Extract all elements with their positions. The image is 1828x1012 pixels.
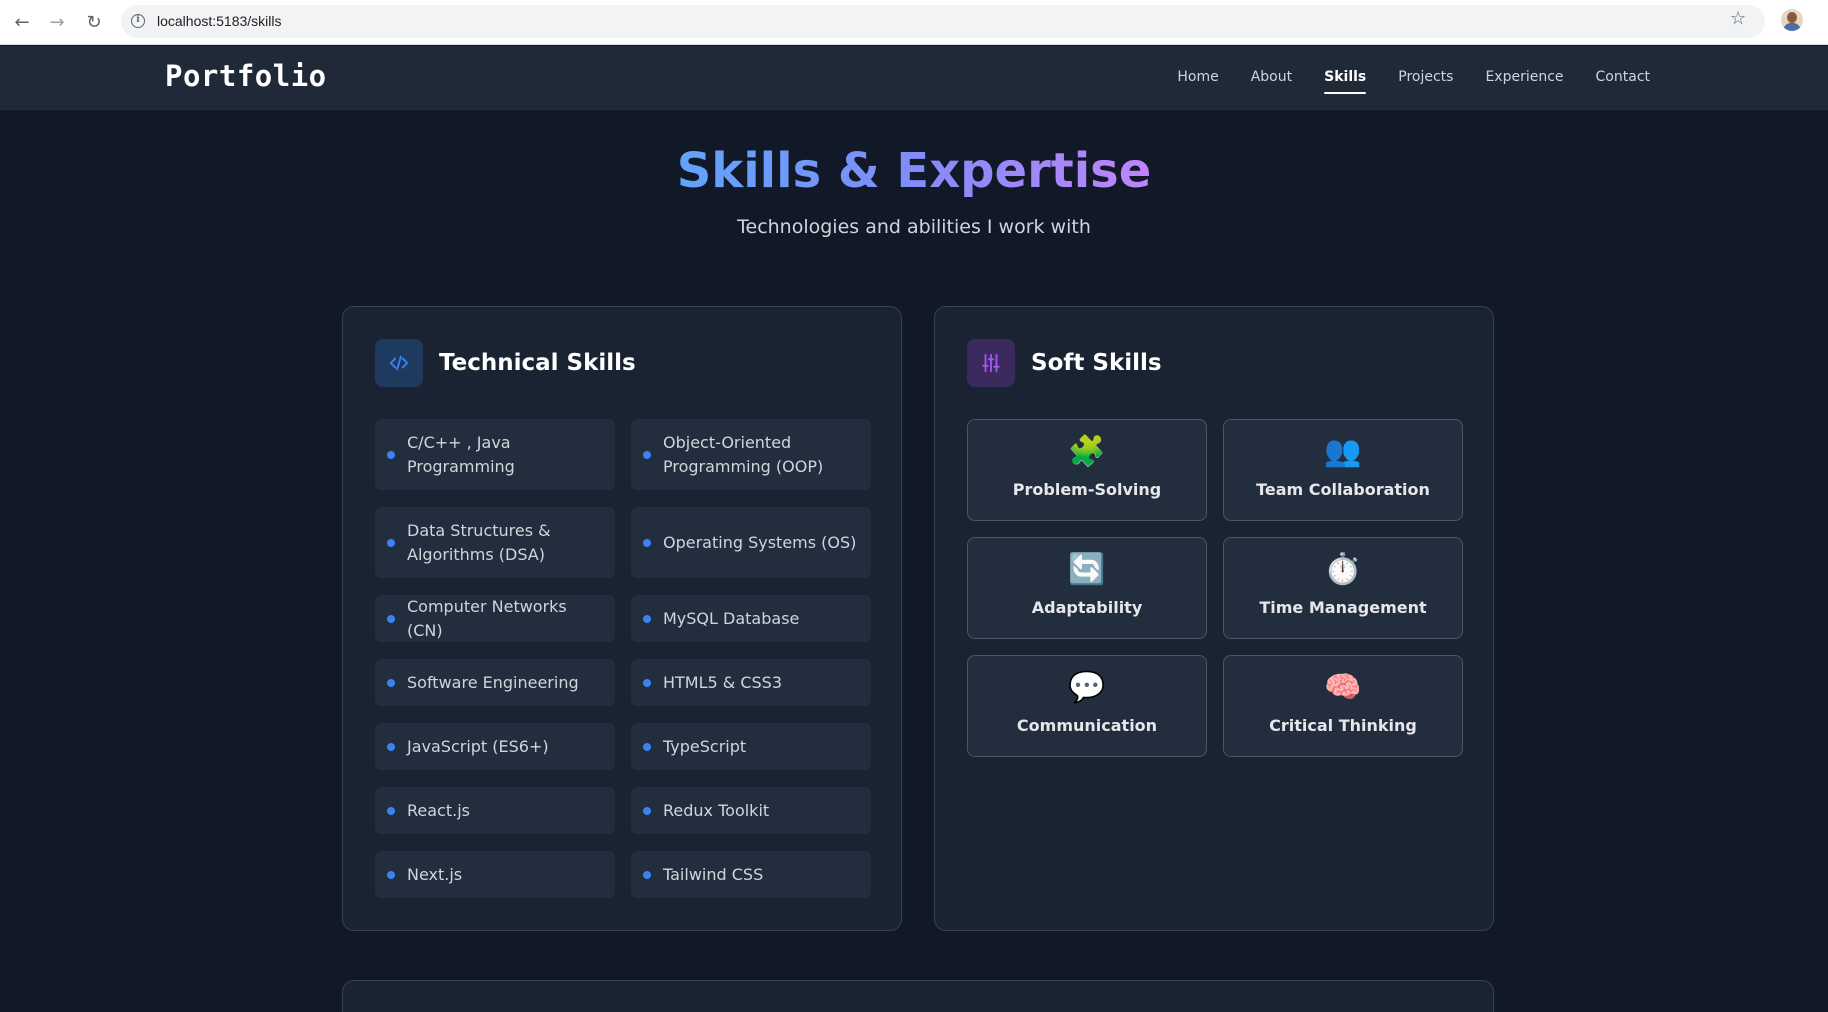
main-nav: Home About Skills Projects Experience Co… [1161,46,1666,110]
nav-contact[interactable]: Contact [1580,46,1666,110]
browser-toolbar: ← → ↻ i localhost:5183/skills ☆ ⋮ [0,0,1828,45]
soft-skill-tile: 🧩 Problem-Solving [967,419,1207,521]
profile-avatar[interactable] [1781,9,1803,31]
soft-skill-label: Critical Thinking [1269,716,1417,735]
technical-skills-card: Technical Skills C/C++ , Java Programmin… [342,306,902,931]
nav-about[interactable]: About [1235,46,1308,110]
bullet-dot [387,870,395,879]
reload-icon[interactable]: ↻ [82,10,106,34]
technical-skills-header: Technical Skills [375,339,636,387]
bullet-dot [643,450,651,459]
forward-arrow-icon[interactable]: → [45,10,69,34]
nav-home[interactable]: Home [1161,46,1234,110]
stopwatch-icon: ⏱️ [1324,552,1362,587]
soft-skill-tile: 💬 Communication [967,655,1207,757]
bullet-dot [387,538,395,547]
soft-skill-tile: 👥 Team Collaboration [1223,419,1463,521]
soft-skill-tile: ⏱️ Time Management [1223,537,1463,639]
speech-bubble-icon: 💬 [1068,670,1106,705]
code-icon [375,339,423,387]
soft-skills-header: Soft Skills [967,339,1162,387]
puzzle-icon: 🧩 [1068,434,1106,469]
skill-item: MySQL Database [631,595,871,642]
soft-skills-title: Soft Skills [1031,350,1162,376]
soft-skill-label: Communication [1016,716,1158,735]
brain-icon: 🧠 [1324,670,1362,705]
skill-item: Data Structures & Algorithms (DSA) [375,507,615,578]
bullet-dot [643,614,651,623]
bullet-dot [387,678,395,687]
url-text[interactable]: localhost:5183/skills [157,13,282,29]
nav-projects[interactable]: Projects [1382,46,1469,110]
site-info-icon[interactable]: i [131,14,145,28]
skill-item: JavaScript (ES6+) [375,723,615,770]
site-logo[interactable]: Portfolio [165,59,327,93]
bullet-dot [643,870,651,879]
bullet-dot [387,614,395,623]
site-header: Portfolio Home About Skills Projects Exp… [0,46,1828,110]
skill-item: TypeScript [631,723,871,770]
soft-skill-label: Problem-Solving [1012,480,1162,499]
nav-experience[interactable]: Experience [1469,46,1579,110]
back-arrow-icon[interactable]: ← [10,10,34,34]
skill-item: Tailwind CSS [631,851,871,898]
soft-skill-label: Time Management [1259,598,1427,617]
soft-skill-tile: 🔄 Adaptability [967,537,1207,639]
soft-skill-label: Adaptability [1031,598,1143,617]
bullet-dot [643,538,651,547]
skill-item: Operating Systems (OS) [631,507,871,578]
next-section-card [342,980,1494,1012]
skill-item: HTML5 & CSS3 [631,659,871,706]
bullet-dot [643,678,651,687]
bookmark-star-icon[interactable]: ☆ [1730,8,1746,29]
soft-skill-label: Team Collaboration [1256,480,1430,499]
skill-item: Software Engineering [375,659,615,706]
nav-skills[interactable]: Skills [1308,46,1382,110]
bullet-dot [643,806,651,815]
bullet-dot [643,742,651,751]
skill-item: C/C++ , Java Programming [375,419,615,490]
technical-skills-title: Technical Skills [439,350,636,376]
skill-item: React.js [375,787,615,834]
soft-skills-card: Soft Skills 🧩 Problem-Solving 👥 Team Col… [934,306,1494,931]
bullet-dot [387,450,395,459]
page-subtitle: Technologies and abilities I work with [737,216,1091,238]
soft-skill-tile: 🧠 Critical Thinking [1223,655,1463,757]
skill-item: Computer Networks (CN) [375,595,615,642]
browser-menu-icon[interactable]: ⋮ [1820,5,1828,23]
sliders-icon [967,339,1015,387]
bullet-dot [387,742,395,751]
people-icon: 👥 [1324,434,1362,469]
bullet-dot [387,806,395,815]
address-bar[interactable]: i localhost:5183/skills [121,5,1765,38]
page-title: Skills & Expertise [676,143,1152,199]
cycle-icon: 🔄 [1068,552,1106,587]
skill-item: Object-Oriented Programming (OOP) [631,419,871,490]
skill-item: Next.js [375,851,615,898]
skill-item: Redux Toolkit [631,787,871,834]
